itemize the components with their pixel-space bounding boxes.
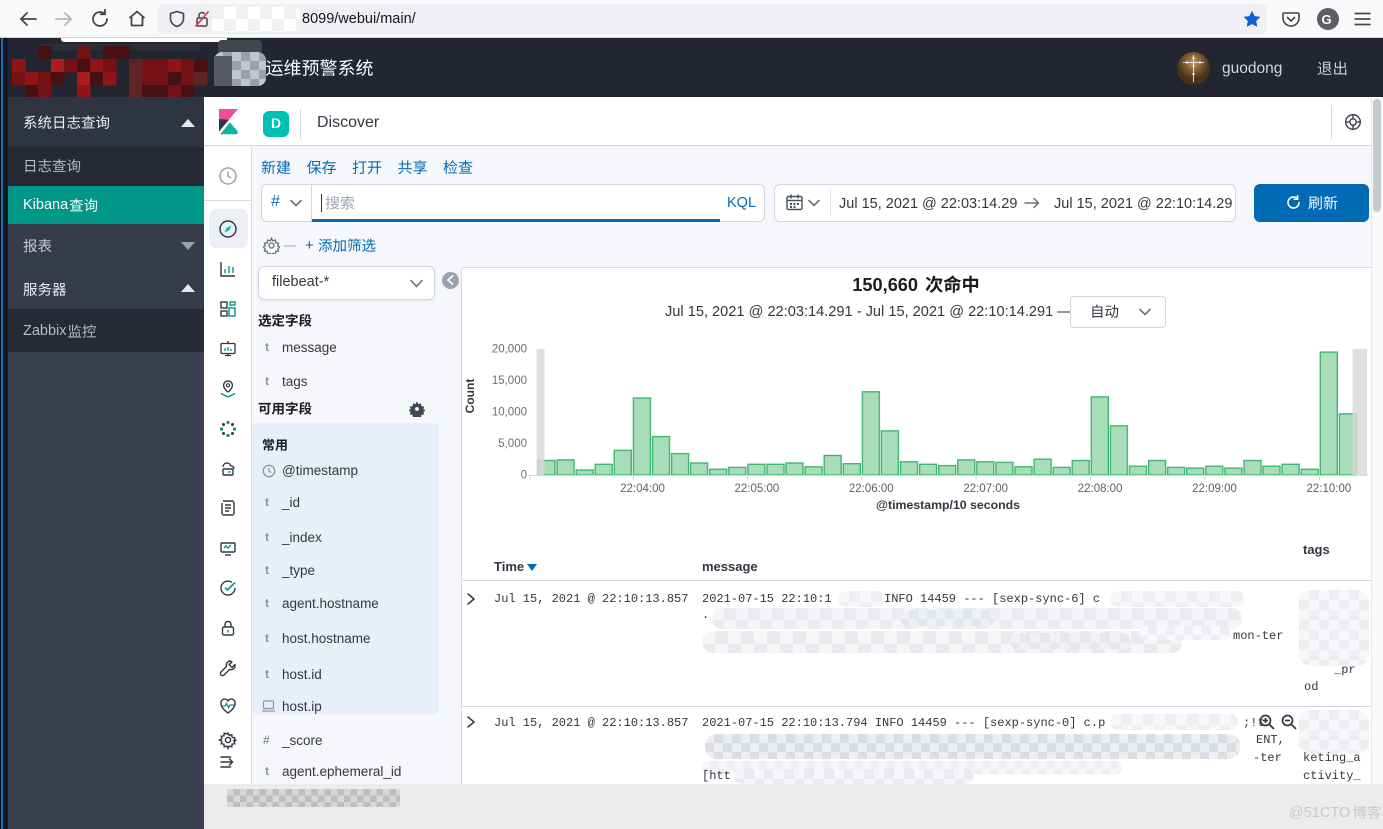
svg-text:22:04:00: 22:04:00 (620, 483, 665, 495)
svg-text:0: 0 (521, 470, 527, 482)
svg-text:20,000: 20,000 (492, 344, 527, 356)
svg-text:22:07:00: 22:07:00 (963, 483, 1008, 495)
svg-text:Count: Count (463, 379, 477, 414)
svg-text:22:06:00: 22:06:00 (849, 483, 894, 495)
svg-text:10,000: 10,000 (492, 407, 527, 419)
svg-text:22:09:00: 22:09:00 (1192, 483, 1237, 495)
svg-text:22:08:00: 22:08:00 (1078, 483, 1123, 495)
svg-text:15,000: 15,000 (492, 375, 527, 387)
svg-text:22:10:00: 22:10:00 (1307, 483, 1352, 495)
svg-text:@timestamp/10 seconds: @timestamp/10 seconds (876, 498, 1020, 512)
svg-text:22:05:00: 22:05:00 (735, 483, 780, 495)
svg-text:5,000: 5,000 (498, 438, 527, 450)
